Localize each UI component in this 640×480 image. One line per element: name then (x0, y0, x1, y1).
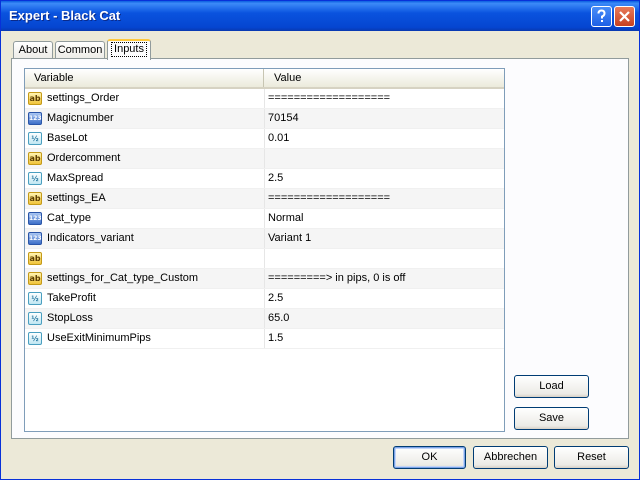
double-type-icon: ½ (28, 132, 42, 145)
table-row[interactable]: ½ StopLoss 65.0 (25, 309, 504, 329)
table-row[interactable]: ab Ordercomment (25, 149, 504, 169)
variable-name (47, 249, 263, 268)
variable-value[interactable]: =========> in pips, 0 is off (268, 269, 500, 288)
variable-value[interactable]: Normal (268, 209, 500, 228)
integer-type-icon: 123 (28, 232, 42, 245)
string-type-icon: ab (28, 252, 42, 265)
string-type-icon: ab (28, 92, 42, 105)
string-type-icon: ab (28, 152, 42, 165)
table-row[interactable]: 123 Cat_type Normal (25, 209, 504, 229)
inputs-panel: Variable Value ab settings_Order =========… (11, 58, 629, 439)
table-row[interactable]: ½ TakeProfit 2.5 (25, 289, 504, 309)
column-divider (264, 109, 265, 128)
help-button[interactable] (591, 6, 612, 27)
variable-name: settings_EA (47, 192, 106, 204)
column-divider (264, 329, 265, 348)
column-divider (264, 209, 265, 228)
column-divider (264, 289, 265, 308)
variable-name: BaseLot (47, 132, 88, 144)
double-type-icon: ½ (28, 332, 42, 345)
variable-name: MaxSpread (47, 172, 104, 184)
table-row[interactable]: ½ MaxSpread 2.5 (25, 169, 504, 189)
cancel-button[interactable]: Abbrechen (473, 446, 548, 469)
inputs-table[interactable]: Variable Value ab settings_Order =========… (24, 68, 505, 432)
variable-name: settings_Order (47, 92, 120, 104)
string-type-icon: ab (28, 272, 42, 285)
variable-value[interactable] (268, 249, 500, 268)
table-row[interactable]: ab settings_Order =================== (25, 89, 504, 109)
close-icon (619, 11, 630, 22)
table-row[interactable]: ab settings_EA =================== (25, 189, 504, 209)
window-title: Expert - Black Cat (9, 8, 121, 23)
column-divider (264, 129, 265, 148)
question-icon (597, 9, 606, 22)
table-header: Variable Value (25, 69, 504, 89)
variable-value[interactable]: 1.5 (268, 329, 500, 348)
tab-inputs[interactable]: Inputs (107, 39, 151, 60)
integer-type-icon: 123 (28, 212, 42, 225)
close-button[interactable] (614, 6, 635, 27)
variable-name: Magicnumber (47, 112, 114, 124)
double-type-icon: ½ (28, 172, 42, 185)
tab-about[interactable]: About (13, 41, 53, 59)
variable-name: UseExitMinimumPips (47, 332, 151, 344)
variable-name: Indicators_variant (47, 232, 134, 244)
column-divider (264, 309, 265, 328)
title-bar[interactable]: Expert - Black Cat (1, 1, 639, 31)
variable-name: Ordercomment (47, 152, 121, 164)
column-divider (264, 149, 265, 168)
column-header-variable[interactable]: Variable (25, 69, 264, 87)
column-divider (264, 249, 265, 268)
variable-value[interactable]: =================== (268, 89, 500, 108)
string-type-icon: ab (28, 192, 42, 205)
variable-value[interactable]: 2.5 (268, 289, 500, 308)
column-divider (264, 269, 265, 288)
table-row[interactable]: 123 Magicnumber 70154 (25, 109, 504, 129)
reset-button[interactable]: Reset (554, 446, 629, 469)
table-row[interactable]: ab settings_for_Cat_type_Custom =========>… (25, 269, 504, 289)
variable-value[interactable]: 2.5 (268, 169, 500, 188)
table-body: ab settings_Order =================== 123 Ma… (25, 89, 504, 349)
column-divider (264, 189, 265, 208)
table-row[interactable]: ab (25, 249, 504, 269)
variable-value[interactable]: 0.01 (268, 129, 500, 148)
variable-value[interactable]: =================== (268, 189, 500, 208)
column-divider (264, 229, 265, 248)
variable-value[interactable]: Variant 1 (268, 229, 500, 248)
double-type-icon: ½ (28, 292, 42, 305)
integer-type-icon: 123 (28, 112, 42, 125)
tab-common[interactable]: Common (55, 41, 105, 59)
variable-value[interactable] (268, 149, 500, 168)
load-button[interactable]: Load (514, 375, 589, 398)
expert-dialog: Expert - Black Cat About Common Inputs V… (0, 0, 640, 480)
column-divider (264, 169, 265, 188)
table-row[interactable]: 123 Indicators_variant Variant 1 (25, 229, 504, 249)
double-type-icon: ½ (28, 312, 42, 325)
column-divider (264, 89, 265, 108)
variable-value[interactable]: 65.0 (268, 309, 500, 328)
variable-name: settings_for_Cat_type_Custom (47, 272, 199, 284)
table-row[interactable]: ½ UseExitMinimumPips 1.5 (25, 329, 504, 349)
save-button[interactable]: Save (514, 407, 589, 430)
table-row[interactable]: ½ BaseLot 0.01 (25, 129, 504, 149)
variable-name: Cat_type (47, 212, 92, 224)
column-header-value[interactable]: Value (264, 69, 504, 87)
variable-value[interactable]: 70154 (268, 109, 500, 128)
variable-name: StopLoss (47, 312, 93, 324)
ok-button[interactable]: OK (393, 446, 466, 469)
variable-name: TakeProfit (47, 292, 96, 304)
